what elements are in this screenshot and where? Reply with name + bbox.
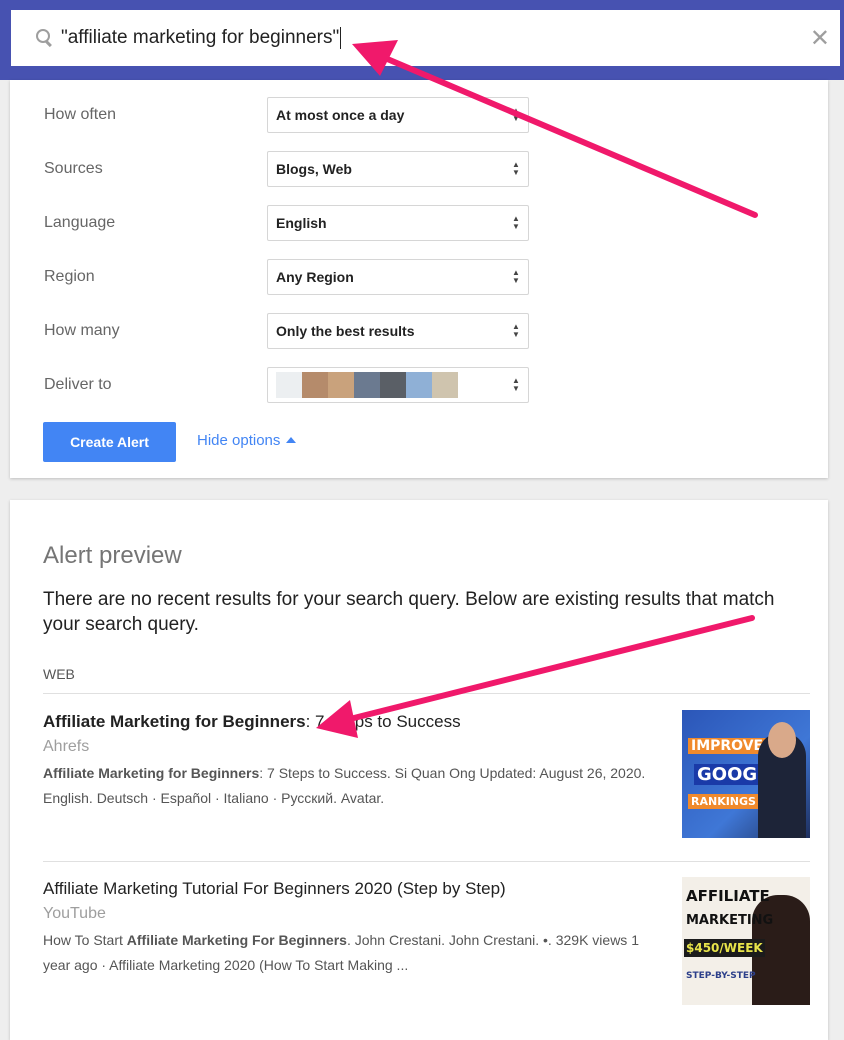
close-icon[interactable]: ✕	[810, 24, 830, 53]
option-sources: Sources Blogs, Web ▲ ▼	[44, 151, 534, 187]
alert-options-card: How often At most once a day ▲ ▼ Sources B…	[10, 80, 828, 478]
divider	[43, 693, 810, 694]
option-label: How many	[44, 322, 120, 339]
result-source: YouTube	[43, 905, 106, 922]
result-thumbnail[interactable]: IMPROVE GOOGLE RANKINGS	[682, 710, 810, 838]
option-label: Language	[44, 214, 116, 231]
result-source: Ahrefs	[43, 738, 90, 755]
search-input[interactable]: "affiliate marketing for beginners"	[61, 27, 342, 49]
option-label: Sources	[44, 160, 103, 177]
divider	[43, 861, 810, 862]
preview-description: There are no recent results for your sea…	[43, 589, 775, 635]
alert-preview-card: Alert preview There are no recent result…	[10, 500, 828, 1040]
how-often-select[interactable]: At most once a day ▲ ▼	[267, 97, 529, 133]
thumb-text: $450/WEEK	[684, 939, 765, 957]
redaction-block	[406, 372, 432, 398]
thumb-text: IMPROVE	[688, 738, 767, 754]
search-icon	[35, 28, 55, 48]
title-rest: : 7 Steps to Success	[305, 712, 461, 731]
select-value: At most once a day	[276, 107, 405, 123]
deliver-to-select[interactable]: ▲ ▼	[267, 367, 529, 403]
caret-up-icon	[286, 437, 297, 443]
option-label: Deliver to	[44, 376, 112, 393]
person-face	[768, 722, 796, 758]
select-value: Any Region	[276, 269, 354, 285]
how-many-select[interactable]: Only the best results ▲ ▼	[267, 313, 529, 349]
select-arrows-icon: ▲ ▼	[512, 376, 520, 393]
redaction-block	[380, 372, 406, 398]
thumb-text: STEP-BY-STEP	[686, 971, 756, 981]
option-region: Region Any Region ▲ ▼	[44, 259, 534, 295]
region-select[interactable]: Any Region ▲ ▼	[267, 259, 529, 295]
select-arrows-icon: ▲ ▼	[512, 322, 520, 339]
result-item: Affiliate Marketing for Beginners: 7 Ste…	[43, 712, 663, 811]
redaction-block	[432, 372, 458, 398]
result-thumbnail[interactable]: AFFILIATE MARKETING $450/WEEK STEP-BY-ST…	[682, 877, 810, 1005]
option-label: How often	[44, 106, 117, 123]
snippet-bold: Affiliate Marketing for Beginners	[43, 765, 260, 781]
top-bar: "affiliate marketing for beginners" ✕	[0, 0, 844, 80]
option-language: Language English ▲ ▼	[44, 205, 534, 241]
language-select[interactable]: English ▲ ▼	[267, 205, 529, 241]
result-snippet: How To Start Affiliate Marketing For Beg…	[43, 928, 663, 978]
select-value: English	[276, 215, 327, 231]
snippet-pre: How To Start	[43, 932, 127, 948]
thumb-text: AFFILIATE	[686, 887, 770, 905]
create-alert-button[interactable]: Create Alert	[43, 422, 176, 462]
redaction-block	[302, 372, 328, 398]
option-how-often: How often At most once a day ▲ ▼	[44, 97, 534, 133]
option-deliver-to: Deliver to ▲ ▼	[44, 367, 534, 403]
title-bold: Affiliate Marketing for Beginners	[43, 712, 306, 731]
hide-options-label: Hide options	[197, 432, 281, 449]
thumb-text: MARKETING	[686, 913, 774, 928]
result-title[interactable]: Affiliate Marketing Tutorial For Beginne…	[43, 879, 663, 899]
select-arrows-icon: ▲ ▼	[512, 214, 520, 231]
snippet-bold: Affiliate Marketing For Beginners	[126, 932, 347, 948]
result-item: Affiliate Marketing Tutorial For Beginne…	[43, 879, 663, 978]
select-arrows-icon: ▲ ▼	[512, 160, 520, 177]
option-label: Region	[44, 268, 95, 285]
redacted-email	[276, 372, 458, 398]
section-label: WEB	[43, 666, 75, 682]
hide-options-link[interactable]: Hide options	[197, 432, 297, 449]
thumb-text: RANKINGS	[688, 794, 759, 809]
select-value: Blogs, Web	[276, 161, 352, 177]
redaction-block	[328, 372, 354, 398]
preview-title: Alert preview	[43, 542, 182, 569]
select-arrows-icon: ▲ ▼	[512, 106, 520, 123]
result-title[interactable]: Affiliate Marketing for Beginners: 7 Ste…	[43, 712, 663, 732]
result-snippet: Affiliate Marketing for Beginners: 7 Ste…	[43, 761, 663, 811]
redaction-block	[276, 372, 302, 398]
option-how-many: How many Only the best results ▲ ▼	[44, 313, 534, 349]
redaction-block	[354, 372, 380, 398]
title-text: Affiliate Marketing Tutorial For Beginne…	[43, 879, 506, 898]
search-bar[interactable]: "affiliate marketing for beginners" ✕	[11, 10, 840, 66]
select-value: Only the best results	[276, 323, 415, 339]
select-arrows-icon: ▲ ▼	[512, 268, 520, 285]
sources-select[interactable]: Blogs, Web ▲ ▼	[267, 151, 529, 187]
